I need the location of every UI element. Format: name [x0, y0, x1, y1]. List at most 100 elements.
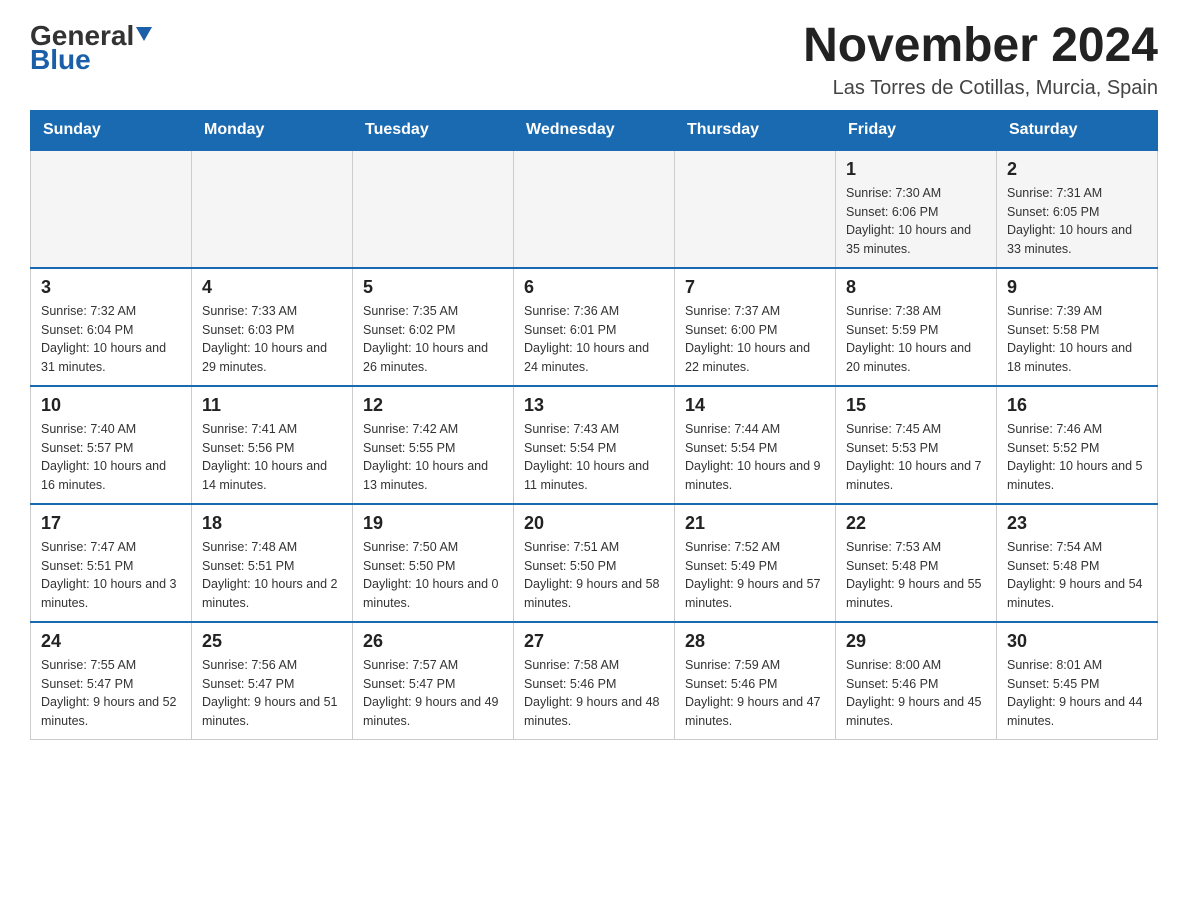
day-info: Sunrise: 7:48 AMSunset: 5:51 PMDaylight:… [202, 538, 342, 613]
day-number: 20 [524, 513, 664, 534]
day-number: 17 [41, 513, 181, 534]
calendar-cell: 15 Sunrise: 7:45 AMSunset: 5:53 PMDayligh… [836, 386, 997, 504]
day-info: Sunrise: 7:38 AMSunset: 5:59 PMDaylight:… [846, 302, 986, 377]
day-number: 6 [524, 277, 664, 298]
calendar-week-1: 1 Sunrise: 7:30 AMSunset: 6:06 PMDaylight… [31, 150, 1158, 268]
calendar-cell: 4Sunrise: 7:33 AMSunset: 6:03 PMDaylight… [192, 268, 353, 386]
calendar-cell: 11 Sunrise: 7:41 AMSunset: 5:56 PMDayligh… [192, 386, 353, 504]
day-header-wednesday: Wednesday [514, 110, 675, 150]
day-info: Sunrise: 7:40 AMSunset: 5:57 PMDaylight:… [41, 420, 181, 495]
calendar-cell: 29 Sunrise: 8:00 AMSunset: 5:46 PMDayligh… [836, 622, 997, 740]
day-header-saturday: Saturday [997, 110, 1158, 150]
calendar-cell: 10 Sunrise: 7:40 AMSunset: 5:57 PMDayligh… [31, 386, 192, 504]
day-info: Sunrise: 7:50 AMSunset: 5:50 PMDaylight:… [363, 538, 503, 613]
day-info: Sunrise: 7:58 AMSunset: 5:46 PMDaylight:… [524, 656, 664, 731]
day-number: 28 [685, 631, 825, 652]
calendar-week-2: 3 Sunrise: 7:32 AMSunset: 6:04 PMDaylight… [31, 268, 1158, 386]
day-number: 27 [524, 631, 664, 652]
day-info: Sunrise: 7:53 AMSunset: 5:48 PMDaylight:… [846, 538, 986, 613]
calendar-cell [514, 150, 675, 268]
calendar-cell [675, 150, 836, 268]
day-number: 13 [524, 395, 664, 416]
day-number: 23 [1007, 513, 1147, 534]
day-number: 9 [1007, 277, 1147, 298]
day-number: 29 [846, 631, 986, 652]
calendar-cell: 13 Sunrise: 7:43 AMSunset: 5:54 PMDayligh… [514, 386, 675, 504]
calendar-cell: 17 Sunrise: 7:47 AMSunset: 5:51 PMDayligh… [31, 504, 192, 622]
calendar-cell: 25 Sunrise: 7:56 AMSunset: 5:47 PMDayligh… [192, 622, 353, 740]
calendar-cell: 14 Sunrise: 7:44 AMSunset: 5:54 PMDayligh… [675, 386, 836, 504]
day-info: Sunrise: 8:00 AMSunset: 5:46 PMDaylight:… [846, 656, 986, 731]
day-info: Sunrise: 7:39 AMSunset: 5:58 PMDaylight:… [1007, 302, 1147, 377]
day-number: 21 [685, 513, 825, 534]
calendar-cell: 6 Sunrise: 7:36 AMSunset: 6:01 PMDaylight… [514, 268, 675, 386]
day-info: Sunrise: 7:54 AMSunset: 5:48 PMDaylight:… [1007, 538, 1147, 613]
day-info: Sunrise: 7:51 AMSunset: 5:50 PMDaylight:… [524, 538, 664, 613]
day-number: 8 [846, 277, 986, 298]
calendar-cell: 19 Sunrise: 7:50 AMSunset: 5:50 PMDayligh… [353, 504, 514, 622]
calendar-cell: 18 Sunrise: 7:48 AMSunset: 5:51 PMDayligh… [192, 504, 353, 622]
day-number: 16 [1007, 395, 1147, 416]
day-number: 19 [363, 513, 503, 534]
title-block: November 2024 Las Torres de Cotillas, Mu… [803, 20, 1158, 100]
day-info: Sunrise: 7:57 AMSunset: 5:47 PMDaylight:… [363, 656, 503, 731]
day-header-sunday: Sunday [31, 110, 192, 150]
calendar-cell [192, 150, 353, 268]
day-number: 11 [202, 395, 342, 416]
logo-triangle-icon [136, 27, 152, 41]
day-number: 10 [41, 395, 181, 416]
day-info: Sunrise: 7:43 AMSunset: 5:54 PMDaylight:… [524, 420, 664, 495]
calendar-cell: 27 Sunrise: 7:58 AMSunset: 5:46 PMDayligh… [514, 622, 675, 740]
day-number: 1 [846, 159, 986, 180]
day-number: 26 [363, 631, 503, 652]
day-info: Sunrise: 7:45 AMSunset: 5:53 PMDaylight:… [846, 420, 986, 495]
day-info: Sunrise: 7:36 AMSunset: 6:01 PMDaylight:… [524, 302, 664, 377]
day-info: Sunrise: 7:56 AMSunset: 5:47 PMDaylight:… [202, 656, 342, 731]
day-number: 24 [41, 631, 181, 652]
day-number: 15 [846, 395, 986, 416]
day-info: Sunrise: 7:44 AMSunset: 5:54 PMDaylight:… [685, 420, 825, 495]
day-info: Sunrise: 8:01 AMSunset: 5:45 PMDaylight:… [1007, 656, 1147, 731]
day-info: Sunrise: 7:52 AMSunset: 5:49 PMDaylight:… [685, 538, 825, 613]
day-number: 7 [685, 277, 825, 298]
calendar-week-3: 10 Sunrise: 7:40 AMSunset: 5:57 PMDayligh… [31, 386, 1158, 504]
day-info: Sunrise: 7:37 AMSunset: 6:00 PMDaylight:… [685, 302, 825, 377]
calendar-cell [353, 150, 514, 268]
calendar-table: SundayMondayTuesdayWednesdayThursdayFrid… [30, 110, 1158, 740]
page-header: General Blue November 2024 Las Torres de… [30, 20, 1158, 100]
day-number: 5 [363, 277, 503, 298]
day-header-monday: Monday [192, 110, 353, 150]
logo-blue-text: Blue [30, 44, 91, 76]
day-info: Sunrise: 7:35 AMSunset: 6:02 PMDaylight:… [363, 302, 503, 377]
day-info: Sunrise: 7:30 AMSunset: 6:06 PMDaylight:… [846, 184, 986, 259]
day-number: 18 [202, 513, 342, 534]
calendar-cell: 16Sunrise: 7:46 AMSunset: 5:52 PMDayligh… [997, 386, 1158, 504]
calendar-cell: 12Sunrise: 7:42 AMSunset: 5:55 PMDayligh… [353, 386, 514, 504]
calendar-title: November 2024 [803, 20, 1158, 73]
day-header-friday: Friday [836, 110, 997, 150]
day-info: Sunrise: 7:41 AMSunset: 5:56 PMDaylight:… [202, 420, 342, 495]
day-header-tuesday: Tuesday [353, 110, 514, 150]
day-number: 14 [685, 395, 825, 416]
calendar-cell: 26 Sunrise: 7:57 AMSunset: 5:47 PMDayligh… [353, 622, 514, 740]
calendar-cell: 22Sunrise: 7:53 AMSunset: 5:48 PMDayligh… [836, 504, 997, 622]
calendar-header-row: SundayMondayTuesdayWednesdayThursdayFrid… [31, 110, 1158, 150]
day-info: Sunrise: 7:32 AMSunset: 6:04 PMDaylight:… [41, 302, 181, 377]
day-info: Sunrise: 7:47 AMSunset: 5:51 PMDaylight:… [41, 538, 181, 613]
day-number: 25 [202, 631, 342, 652]
day-number: 2 [1007, 159, 1147, 180]
day-info: Sunrise: 7:55 AMSunset: 5:47 PMDaylight:… [41, 656, 181, 731]
day-number: 30 [1007, 631, 1147, 652]
calendar-cell: 1 Sunrise: 7:30 AMSunset: 6:06 PMDaylight… [836, 150, 997, 268]
calendar-subtitle: Las Torres de Cotillas, Murcia, Spain [803, 77, 1158, 100]
calendar-cell: 3 Sunrise: 7:32 AMSunset: 6:04 PMDaylight… [31, 268, 192, 386]
logo: General Blue [30, 20, 152, 76]
calendar-cell: 7 Sunrise: 7:37 AMSunset: 6:00 PMDaylight… [675, 268, 836, 386]
calendar-week-5: 24 Sunrise: 7:55 AMSunset: 5:47 PMDayligh… [31, 622, 1158, 740]
day-number: 12 [363, 395, 503, 416]
day-info: Sunrise: 7:59 AMSunset: 5:46 PMDaylight:… [685, 656, 825, 731]
calendar-cell: 23 Sunrise: 7:54 AMSunset: 5:48 PMDayligh… [997, 504, 1158, 622]
calendar-cell: 21 Sunrise: 7:52 AMSunset: 5:49 PMDayligh… [675, 504, 836, 622]
day-number: 3 [41, 277, 181, 298]
calendar-cell: 28 Sunrise: 7:59 AMSunset: 5:46 PMDayligh… [675, 622, 836, 740]
